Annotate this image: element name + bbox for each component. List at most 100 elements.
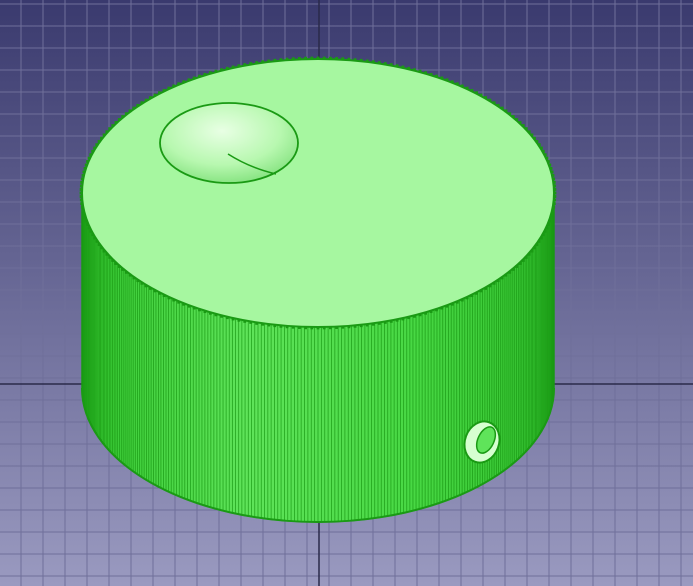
rim-tooth	[89, 153, 93, 157]
rim-tooth	[322, 56, 326, 60]
rim-tooth	[100, 246, 103, 250]
rim-tooth	[243, 319, 247, 323]
rim-tooth	[203, 310, 207, 314]
rim-tooth	[167, 86, 171, 90]
rim-tooth	[445, 78, 449, 82]
rim-tooth	[209, 71, 212, 75]
rim-tooth	[470, 88, 474, 92]
rim-tooth	[413, 314, 416, 318]
rim-tooth	[79, 198, 83, 202]
rim-tooth	[347, 325, 351, 329]
rim-tooth	[140, 101, 144, 105]
rim-tooth	[267, 323, 271, 327]
rim-tooth	[279, 58, 283, 62]
rim-tooth	[79, 184, 83, 188]
rim-tooth	[192, 76, 196, 80]
rim-tooth	[435, 74, 438, 78]
rim-tooth	[214, 313, 218, 317]
rim-tooth	[128, 273, 132, 277]
rim-tooth	[535, 243, 539, 247]
rim-tooth	[121, 115, 125, 118]
rim-tooth	[552, 181, 556, 184]
knurled-knob-model[interactable]	[79, 56, 557, 523]
rim-tooth	[475, 91, 478, 95]
rim-tooth	[527, 252, 531, 256]
rim-tooth	[93, 236, 96, 240]
rim-tooth	[80, 177, 84, 181]
rim-tooth	[162, 88, 166, 92]
rim-tooth	[550, 212, 554, 216]
rim-tooth	[231, 65, 235, 69]
rim-tooth	[310, 326, 314, 330]
rim-tooth	[377, 322, 381, 325]
rim-tooth	[285, 325, 289, 329]
rim-tooth	[504, 273, 508, 277]
rim-tooth	[285, 57, 289, 61]
rim-tooth	[383, 321, 387, 324]
rim-tooth	[553, 198, 557, 202]
rim-tooth	[475, 291, 478, 295]
rim-tooth	[329, 326, 332, 330]
3d-viewport[interactable]	[0, 0, 693, 586]
rim-tooth	[552, 202, 556, 205]
rim-tooth	[465, 86, 469, 90]
rim-tooth	[291, 57, 295, 61]
rim-tooth	[172, 298, 176, 302]
rim-tooth	[341, 325, 345, 329]
rim-tooth	[418, 69, 422, 73]
rim-tooth	[298, 326, 301, 329]
rim-tooth	[496, 103, 500, 107]
rim-tooth	[249, 321, 253, 324]
rim-tooth	[136, 103, 140, 107]
rim-tooth	[273, 324, 277, 328]
rim-tooth	[83, 216, 87, 219]
rim-tooth	[86, 223, 89, 226]
rim-tooth	[298, 57, 301, 60]
rim-tooth	[121, 268, 125, 271]
knob-top-face[interactable]	[81, 58, 555, 328]
rim-tooth	[329, 56, 332, 60]
rim-tooth	[84, 163, 88, 167]
rim-tooth	[335, 326, 338, 329]
rim-tooth	[304, 56, 307, 60]
rim-tooth	[140, 281, 144, 285]
rim-tooth	[149, 287, 152, 290]
rim-tooth	[365, 323, 369, 327]
knob-finger-dimple[interactable]	[159, 102, 299, 184]
rim-tooth	[371, 322, 375, 326]
rim-tooth	[261, 322, 265, 326]
rim-tooth	[255, 61, 259, 64]
rim-tooth	[203, 72, 207, 76]
rim-tooth	[117, 118, 121, 121]
rim-tooth	[395, 318, 399, 322]
rim-tooth	[359, 58, 363, 62]
rim-tooth	[353, 324, 357, 328]
rim-tooth	[537, 143, 541, 147]
rim-tooth	[158, 91, 161, 95]
rim-tooth	[79, 195, 83, 198]
rim-tooth	[424, 71, 427, 75]
rim-tooth	[95, 143, 99, 147]
rim-tooth	[82, 212, 86, 216]
rim-tooth	[153, 289, 157, 293]
rim-tooth	[511, 115, 515, 118]
rim-tooth	[91, 149, 94, 153]
rim-tooth	[128, 109, 132, 113]
rim-tooth	[496, 279, 500, 283]
rim-tooth	[132, 276, 136, 280]
rim-tooth	[86, 160, 89, 163]
rim-tooth	[553, 188, 557, 191]
rim-tooth	[172, 84, 176, 88]
rim-tooth	[310, 56, 314, 60]
rim-tooth	[543, 153, 547, 157]
rim-tooth	[144, 284, 148, 288]
rim-tooth	[231, 317, 235, 321]
rim-tooth	[389, 63, 393, 67]
rim-tooth	[545, 226, 549, 230]
rim-tooth	[550, 170, 554, 174]
rim-tooth	[460, 298, 464, 302]
rim-tooth	[470, 294, 474, 298]
rim-tooth	[389, 319, 393, 323]
rim-tooth	[261, 60, 265, 64]
3d-scene[interactable]	[0, 0, 693, 586]
